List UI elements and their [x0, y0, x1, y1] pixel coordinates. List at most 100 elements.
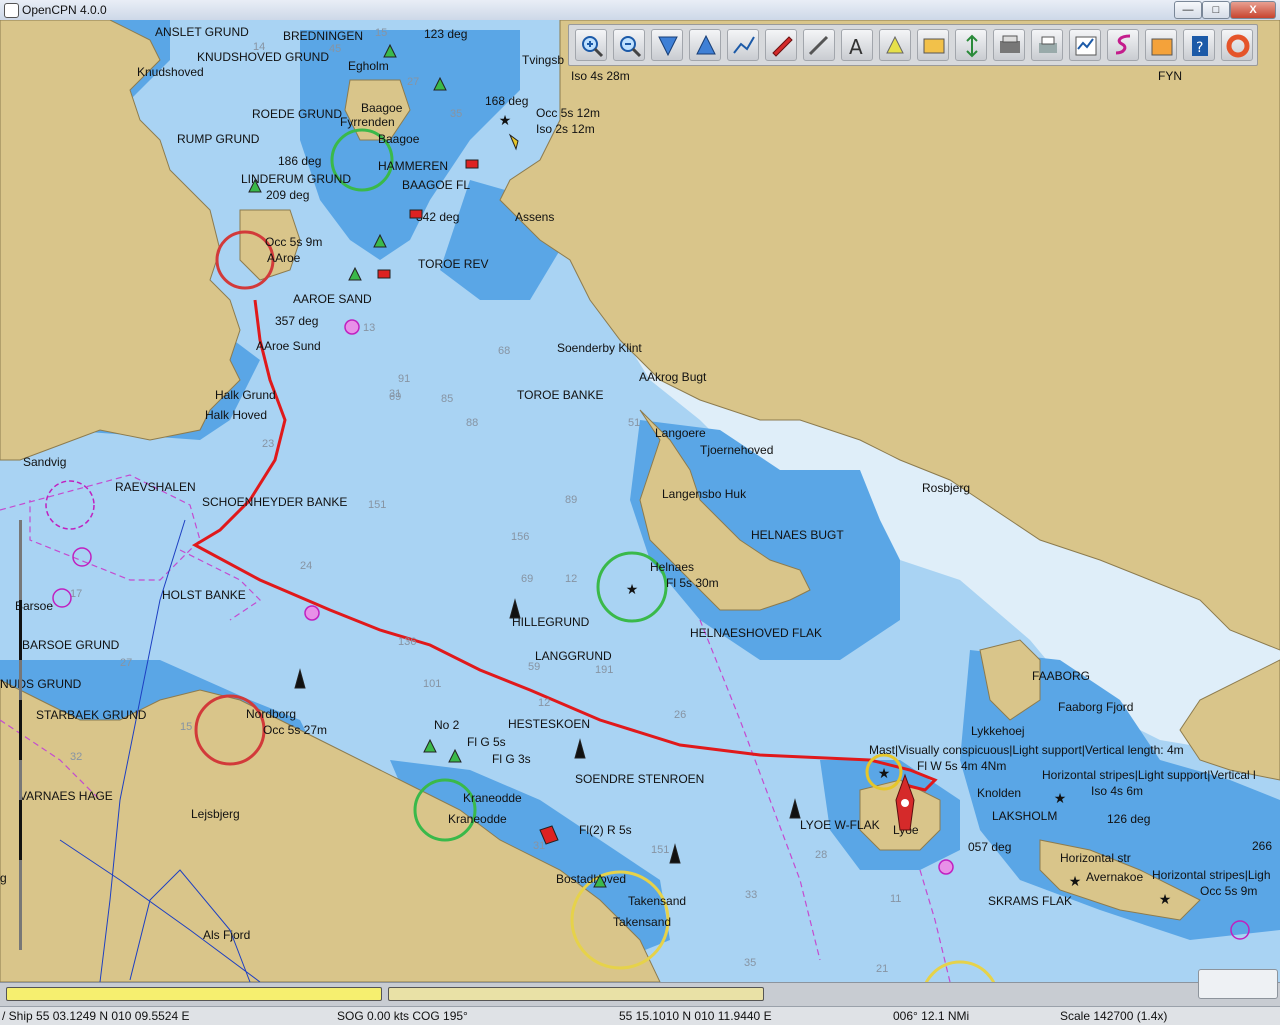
chart-label: HELNAES BUGT — [751, 528, 844, 542]
text-icon: A — [849, 35, 863, 59]
auto-follow-icon — [772, 36, 793, 57]
chart-label: LINDERUM GRUND — [241, 172, 351, 186]
chart-label: Baagoe — [361, 101, 403, 115]
chart-label: SOENDRE STENROEN — [575, 772, 704, 786]
chart-label: FAABORG — [1032, 669, 1090, 683]
chart-label: Kraneodde — [463, 791, 522, 805]
chart-label: ROEDE GRUND — [252, 107, 342, 121]
depth-sounding: 91 — [398, 373, 410, 385]
chart-label: Occ 5s 12m — [536, 106, 600, 120]
enc-text-button[interactable] — [879, 29, 911, 61]
chart-label: Rosbjerg — [922, 481, 970, 495]
depth-sounding: 24 — [300, 560, 312, 572]
zoom-out-icon — [620, 36, 642, 58]
depth-sounding: 33 — [745, 889, 757, 901]
chart-label: g — [0, 871, 7, 885]
status-sog-cog: SOG 0.00 kts COG 195° — [337, 1009, 468, 1023]
tide-icon — [1000, 35, 1020, 53]
chart-label: Takensand — [628, 894, 686, 908]
chart-label: Fyrrenden — [340, 115, 395, 129]
chart-canvas[interactable]: ANSLET GRUND BREDNINGEN 123 degKNUDSHOVED … — [0, 20, 1280, 982]
auto-follow-button[interactable] — [765, 29, 797, 61]
help-button[interactable]: ? — [1183, 29, 1215, 61]
zoom-in-button[interactable] — [575, 29, 607, 61]
chart-label: BREDNINGEN — [283, 29, 363, 43]
tide-button[interactable] — [993, 29, 1025, 61]
current-button[interactable] — [955, 29, 987, 61]
depth-sounding: 151 — [651, 844, 669, 856]
chart-label: AAroe — [267, 251, 301, 265]
close-button[interactable]: X — [1230, 1, 1276, 19]
text-button[interactable]: A — [841, 29, 873, 61]
status-bar: / Ship 55 03.1249 N 010 09.5524 E SOG 0.… — [0, 1006, 1280, 1025]
chart-label: Tjoernehoved — [700, 443, 773, 457]
zoom-out-button[interactable] — [613, 29, 645, 61]
minimize-button[interactable]: — — [1174, 1, 1202, 19]
tracks-button[interactable] — [917, 29, 949, 61]
depth-sounding: 28 — [815, 849, 827, 861]
route-button[interactable] — [727, 29, 759, 61]
svg-text:?: ? — [1196, 40, 1203, 56]
depth-sounding: 15 — [375, 27, 387, 39]
depth-sounding: 59 — [528, 661, 540, 673]
window-titlebar: OpenCPN 4.0.0 — □ X — [0, 0, 1280, 21]
maximize-button[interactable]: □ — [1202, 1, 1230, 19]
print-button[interactable] — [1031, 29, 1063, 61]
depth-sounding: 101 — [423, 678, 441, 690]
ais-button[interactable] — [1145, 29, 1177, 61]
lower-chart-scale-button[interactable] — [651, 29, 683, 61]
print-icon — [1039, 36, 1057, 53]
chart-label: 057 deg — [968, 840, 1011, 854]
depth-sounding: 15 — [180, 721, 192, 733]
tracks-icon — [923, 38, 945, 54]
route-manager-button[interactable] — [1069, 29, 1101, 61]
chart-label: AAkrog Bugt — [639, 370, 707, 384]
chart-label: Iso 2s 12m — [536, 122, 595, 136]
chart-label: BAAGOE FL — [402, 178, 470, 192]
measure-button[interactable] — [803, 29, 835, 61]
chart-label: Halk Grund — [215, 388, 276, 402]
depth-sounding: 35 — [744, 957, 756, 969]
depth-sounding: 12 — [565, 573, 577, 585]
raise-chart-scale-button[interactable] — [689, 29, 721, 61]
mob-button[interactable] — [1221, 29, 1253, 61]
chart-label: Fl W 5s 4m 4Nm — [917, 759, 1006, 773]
chart-label: Takensand — [613, 915, 671, 929]
depth-sounding: 151 — [368, 499, 386, 511]
chart-label: HOLST BANKE — [162, 588, 246, 602]
depth-sounding: 35 — [450, 108, 462, 120]
track-button[interactable] — [1107, 29, 1139, 61]
chart-bar-secondary[interactable] — [388, 987, 764, 1001]
chart-label: TOROE REV — [418, 257, 488, 271]
chart-label: Mast|Visually conspicuous|Light support|… — [869, 743, 1184, 757]
depth-sounding: 88 — [466, 417, 478, 429]
depth-sounding: 156 — [511, 531, 529, 543]
depth-sounding: 26 — [674, 709, 686, 721]
measure-icon — [808, 35, 829, 56]
chart-label: Lejsbjerg — [191, 807, 240, 821]
svg-text:★: ★ — [878, 766, 891, 782]
chart-label: ANSLET GRUND — [155, 25, 249, 39]
lower-chart-scale-icon — [658, 36, 678, 57]
chart-bar-active[interactable] — [6, 987, 382, 1001]
svg-text:★: ★ — [1054, 791, 1067, 807]
depth-sounding: 11 — [890, 893, 901, 905]
main-toolbar: A? — [568, 24, 1258, 66]
chart-label: BARSOE GRUND — [22, 638, 120, 652]
chart-label: FYN — [1158, 69, 1182, 83]
chart-label: 266 — [1252, 839, 1272, 853]
chart-label: Kraneodde — [448, 812, 507, 826]
status-scale: Scale 142700 (1.4x) — [1060, 1009, 1168, 1023]
chart-label: Horizontal stripes|Ligh — [1152, 868, 1271, 882]
depth-sounding: 89 — [565, 494, 577, 506]
chart-label: Bostadhoved — [556, 872, 626, 886]
ais-icon — [1151, 38, 1173, 56]
raise-chart-scale-icon — [696, 34, 716, 55]
chart-quilt-icon[interactable] — [1198, 969, 1278, 999]
app-icon — [4, 3, 19, 18]
depth-sounding: 191 — [595, 664, 613, 676]
chart-label: 342 deg — [416, 210, 459, 224]
depth-sounding: 68 — [498, 345, 510, 357]
chart-label: Occ 5s 9m — [265, 235, 322, 249]
chart-label: HILLEGRUND — [512, 615, 590, 629]
